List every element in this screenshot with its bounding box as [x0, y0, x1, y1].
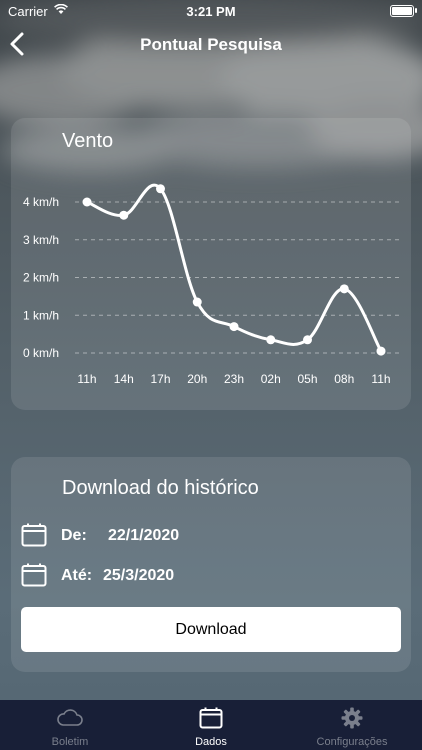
- data-point: [156, 184, 165, 194]
- tab-label: Boletim: [51, 736, 89, 748]
- data-point: [303, 335, 312, 345]
- status-bar: Carrier 3:21 PM: [0, 0, 422, 22]
- to-date-value[interactable]: 25/3/2020: [103, 567, 174, 585]
- x-tick-label: 02h: [261, 372, 281, 386]
- tab-dados[interactable]: Dados: [141, 700, 281, 750]
- wind-chart-card: Vento 0 km/h 1 km/h 2 km/h 3 km/h 4 km/h 11h 1…: [11, 118, 411, 410]
- tab-label: Configurações: [316, 736, 388, 748]
- tab-boletim[interactable]: Boletim: [0, 700, 140, 750]
- clock: 3:21 PM: [186, 4, 236, 19]
- to-label: Até:: [61, 567, 93, 584]
- data-point: [376, 346, 386, 356]
- y-tick-label: 1 km/h: [23, 308, 59, 322]
- battery-tip: [415, 8, 417, 13]
- wind-line-chart: 0 km/h 1 km/h 2 km/h 3 km/h 4 km/h 11h 14h 17h 2…: [23, 183, 399, 386]
- x-tick-label: 11h: [371, 372, 390, 386]
- x-tick-label: 08h: [334, 372, 354, 386]
- from-date-value[interactable]: 22/1/2020: [108, 527, 179, 545]
- data-point: [192, 297, 202, 307]
- data-point: [119, 210, 129, 220]
- data-point: [229, 322, 239, 332]
- tab-bar: Boletim Dados Configurações: [0, 700, 422, 750]
- battery-icon: [390, 5, 414, 17]
- data-point: [266, 335, 276, 345]
- data-point: [339, 284, 349, 294]
- to-date-row[interactable]: Até: 25/3/2020: [21, 563, 381, 589]
- x-tick-label: 23h: [224, 372, 244, 386]
- x-tick-label: 20h: [187, 372, 207, 386]
- cloud-icon: [57, 709, 83, 726]
- calendar-icon: [21, 523, 47, 547]
- tab-label: Dados: [195, 736, 227, 748]
- y-tick-label: 2 km/h: [23, 271, 59, 285]
- x-tick-label: 14h: [114, 372, 134, 386]
- gear-icon: [341, 707, 363, 729]
- y-tick-label: 3 km/h: [23, 233, 59, 247]
- data-point: [82, 197, 92, 207]
- download-history-card: Download do histórico De: 22/1/2020 Até:…: [11, 457, 411, 672]
- x-tick-label: 11h: [77, 372, 96, 386]
- tab-configuracoes[interactable]: Configurações: [282, 700, 422, 750]
- page-title: Pontual Pesquisa: [140, 35, 282, 54]
- download-button[interactable]: Download: [21, 607, 401, 652]
- x-tick-label: 05h: [297, 372, 317, 386]
- from-date-row[interactable]: De: 22/1/2020: [21, 523, 381, 549]
- download-card-title: Download do histórico: [62, 477, 259, 499]
- x-tick-label: 17h: [150, 372, 170, 386]
- navigation-bar: Pontual Pesquisa: [0, 22, 422, 66]
- calendar-icon: [199, 707, 223, 729]
- y-tick-label: 0 km/h: [23, 346, 59, 360]
- calendar-icon: [21, 563, 47, 587]
- from-label: De:: [61, 527, 87, 544]
- y-tick-label: 4 km/h: [23, 195, 59, 209]
